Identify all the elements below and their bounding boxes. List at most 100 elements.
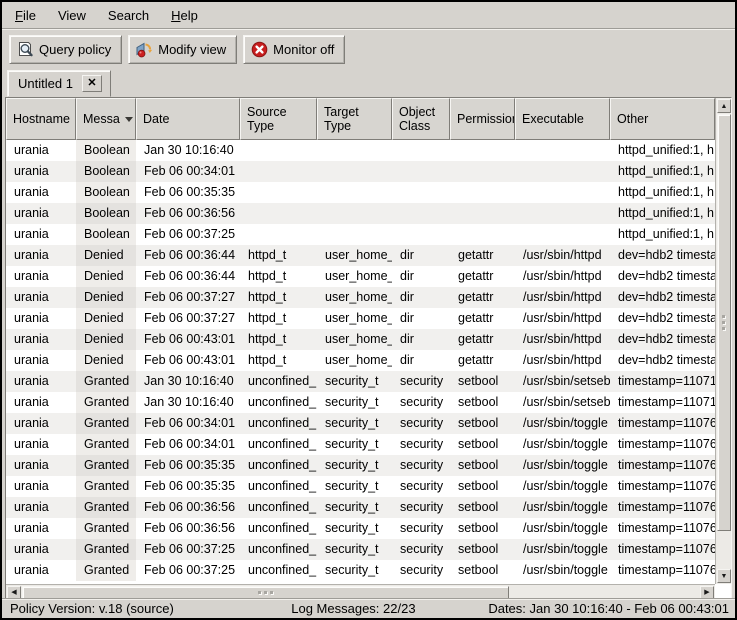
table-row[interactable]: uraniaGrantedFeb 06 00:34:01unconfined_s… <box>6 413 715 434</box>
sort-descending-icon <box>125 117 133 122</box>
cell-date: Feb 06 00:43:01 <box>136 329 240 350</box>
column-header-message[interactable]: Messa <box>76 98 136 140</box>
menu-item-view[interactable]: View <box>47 2 97 28</box>
cell-target: user_home_ <box>317 287 392 308</box>
column-header-objclass[interactable]: ObjectClass <box>392 98 450 140</box>
menu-item-search[interactable]: Search <box>97 2 160 28</box>
table-row[interactable]: uraniaGrantedFeb 06 00:35:35unconfined_s… <box>6 455 715 476</box>
table-row[interactable]: uraniaGrantedJan 30 10:16:40unconfined_s… <box>6 371 715 392</box>
cell-permission: setbool <box>450 539 515 560</box>
cell-executable: /usr/sbin/toggle <box>515 497 610 518</box>
table-row[interactable]: uraniaGrantedFeb 06 00:36:56unconfined_s… <box>6 518 715 539</box>
column-header-executable[interactable]: Executable <box>515 98 610 140</box>
cell-other: timestamp=11076 <box>610 518 715 539</box>
cell-target <box>317 224 392 245</box>
cell-permission: setbool <box>450 560 515 581</box>
tab-label: Untitled 1 <box>18 76 73 91</box>
log-table: HostnameMessaDateSourceTypeTargetType Obj… <box>5 97 732 600</box>
cell-hostname: urania <box>6 476 76 497</box>
table-row[interactable]: uraniaBooleanFeb 06 00:34:01httpd_unifie… <box>6 161 715 182</box>
column-header-date[interactable]: Date <box>136 98 240 140</box>
table-row[interactable]: uraniaBooleanFeb 06 00:36:56httpd_unifie… <box>6 203 715 224</box>
table-row[interactable]: uraniaDeniedFeb 06 00:37:27httpd_tuser_h… <box>6 308 715 329</box>
cell-other: dev=hdb2 timesta <box>610 245 715 266</box>
cell-target <box>317 182 392 203</box>
toolbar-button-monitor-off[interactable]: Monitor off <box>243 35 345 64</box>
cell-date: Feb 06 00:37:25 <box>136 560 240 581</box>
cell-objclass: dir <box>392 287 450 308</box>
table-row[interactable]: uraniaGrantedFeb 06 00:36:56unconfined_s… <box>6 497 715 518</box>
cell-source <box>240 161 317 182</box>
toolbar-button-query-policy[interactable]: Query policy <box>9 35 122 64</box>
table-row[interactable]: uraniaGrantedFeb 06 00:34:01unconfined_s… <box>6 434 715 455</box>
cell-source <box>240 224 317 245</box>
cell-source: httpd_t <box>240 266 317 287</box>
cell-source: unconfined_ <box>240 539 317 560</box>
cell-target: security_t <box>317 560 392 581</box>
horizontal-scrollbar[interactable]: ◀ ▶ <box>6 584 715 599</box>
table-row[interactable]: uraniaGrantedFeb 06 00:35:35unconfined_s… <box>6 476 715 497</box>
cell-other: httpd_unified:1, h <box>610 140 715 161</box>
table-row[interactable]: uraniaGrantedFeb 06 00:37:25unconfined_s… <box>6 539 715 560</box>
vertical-scrollbar[interactable]: ▲ ▼ <box>715 98 731 584</box>
column-header-other[interactable]: Other <box>610 98 715 140</box>
cell-date: Feb 06 00:34:01 <box>136 413 240 434</box>
cell-message: Granted <box>76 455 136 476</box>
scroll-up-button[interactable]: ▲ <box>717 99 731 113</box>
table-row[interactable]: uraniaDeniedFeb 06 00:37:27httpd_tuser_h… <box>6 287 715 308</box>
column-header-target[interactable]: TargetType <box>317 98 392 140</box>
menu-item-help[interactable]: Help <box>160 2 209 28</box>
cell-target: security_t <box>317 476 392 497</box>
cell-executable: /usr/sbin/httpd <box>515 245 610 266</box>
cell-target: security_t <box>317 497 392 518</box>
cell-objclass <box>392 203 450 224</box>
cell-permission: setbool <box>450 413 515 434</box>
scroll-down-button[interactable]: ▼ <box>717 569 731 583</box>
column-header-hostname[interactable]: Hostname <box>6 98 76 140</box>
cell-source <box>240 203 317 224</box>
cell-permission: getattr <box>450 266 515 287</box>
cell-other: dev=hdb2 timesta <box>610 350 715 371</box>
cell-executable: /usr/sbin/httpd <box>515 287 610 308</box>
tab-untitled-1[interactable]: Untitled 1 ✕ <box>7 70 111 97</box>
toolbar-button-label: Monitor off <box>273 42 334 57</box>
arrow-left-icon: ◀ <box>11 589 16 596</box>
rows-viewport: uraniaBooleanJan 30 10:16:40httpd_unifie… <box>6 140 715 584</box>
cell-hostname: urania <box>6 224 76 245</box>
table-row[interactable]: uraniaDeniedFeb 06 00:43:01httpd_tuser_h… <box>6 329 715 350</box>
cell-other: httpd_unified:1, h <box>610 224 715 245</box>
menu-item-file[interactable]: File <box>4 2 47 28</box>
table-row[interactable]: uraniaDeniedFeb 06 00:36:44httpd_tuser_h… <box>6 245 715 266</box>
tab-close-button[interactable]: ✕ <box>82 75 102 92</box>
cell-other: httpd_unified:1, h <box>610 161 715 182</box>
table-row[interactable]: uraniaGrantedJan 30 10:16:40unconfined_s… <box>6 392 715 413</box>
table-row[interactable]: uraniaDeniedFeb 06 00:43:01httpd_tuser_h… <box>6 350 715 371</box>
table-row[interactable]: uraniaBooleanFeb 06 00:37:25httpd_unifie… <box>6 224 715 245</box>
cell-message: Denied <box>76 245 136 266</box>
column-header-source[interactable]: SourceType <box>240 98 317 140</box>
cell-other: dev=hdb2 timesta <box>610 329 715 350</box>
cell-target: user_home_ <box>317 329 392 350</box>
column-header-permission[interactable]: Permission <box>450 98 515 140</box>
cell-objclass: security <box>392 434 450 455</box>
column-header-label: TargetType <box>324 105 359 133</box>
cell-target: security_t <box>317 371 392 392</box>
cell-objclass: dir <box>392 266 450 287</box>
vertical-scroll-thumb[interactable] <box>717 114 731 531</box>
arrow-down-icon: ▼ <box>721 573 728 580</box>
cell-source: unconfined_ <box>240 497 317 518</box>
table-row[interactable]: uraniaDeniedFeb 06 00:36:44httpd_tuser_h… <box>6 266 715 287</box>
cell-source <box>240 182 317 203</box>
cell-other: httpd_unified:1, h <box>610 203 715 224</box>
cell-source: httpd_t <box>240 350 317 371</box>
toolbar-button-modify-view[interactable]: Modify view <box>128 35 237 64</box>
cell-executable: /usr/sbin/toggle <box>515 560 610 581</box>
table-row[interactable]: uraniaGrantedFeb 06 00:37:25unconfined_s… <box>6 560 715 581</box>
table-row[interactable]: uraniaBooleanFeb 06 00:35:35httpd_unifie… <box>6 182 715 203</box>
cell-hostname: urania <box>6 245 76 266</box>
cell-message: Boolean <box>76 161 136 182</box>
cell-other: timestamp=11076 <box>610 413 715 434</box>
cell-objclass: security <box>392 497 450 518</box>
policy-version-status: Policy Version: v.18 (source) <box>6 601 246 616</box>
table-row[interactable]: uraniaBooleanJan 30 10:16:40httpd_unifie… <box>6 140 715 161</box>
